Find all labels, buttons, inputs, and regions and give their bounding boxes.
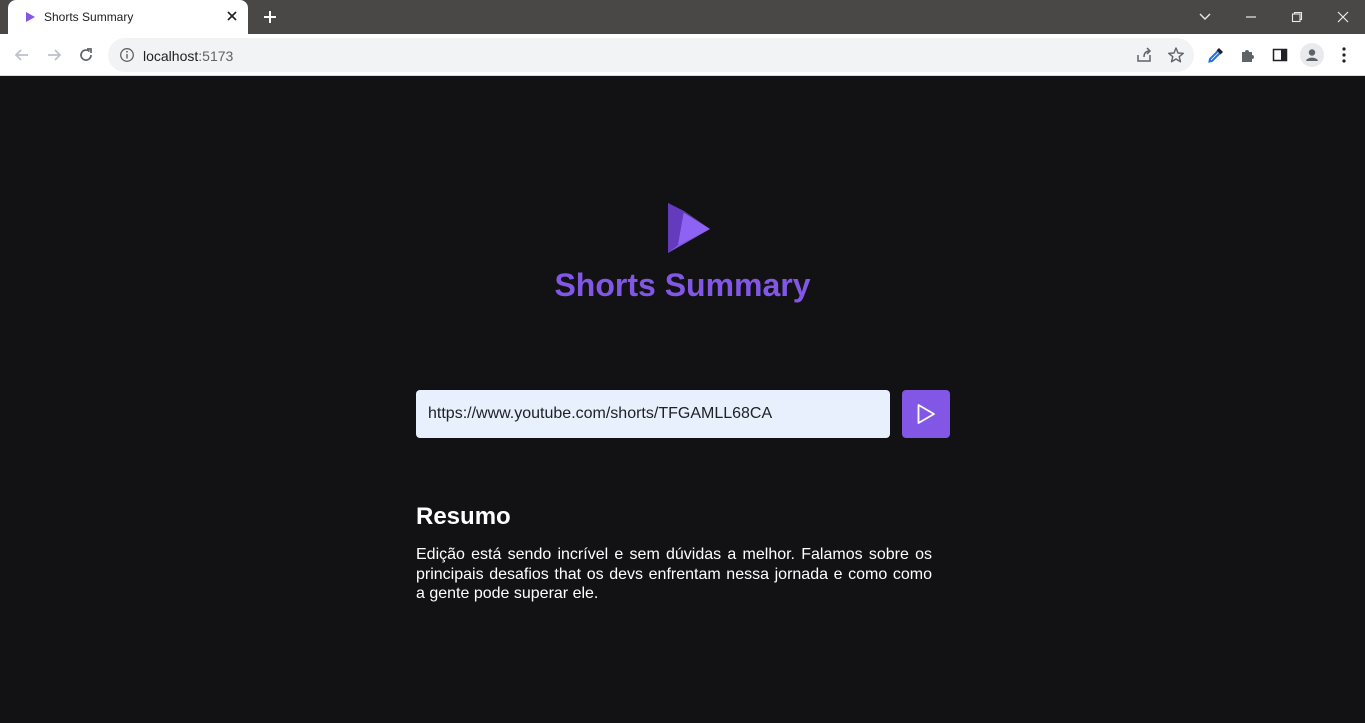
play-icon [917, 404, 935, 424]
close-window-icon [1337, 11, 1349, 23]
reload-icon [80, 48, 92, 61]
tab-close-icon[interactable] [224, 8, 240, 24]
new-tab-icon[interactable] [260, 7, 280, 27]
extensions-button[interactable] [1238, 45, 1258, 65]
side-panel-button[interactable] [1270, 45, 1290, 65]
restore-button[interactable] [1274, 0, 1320, 34]
summary-text: Edição está sendo incrível e sem dúvidas… [416, 546, 932, 602]
profile-button[interactable] [1300, 43, 1324, 67]
forward-icon [48, 49, 62, 61]
summarize-button[interactable] [902, 390, 950, 438]
reload-button[interactable] [74, 43, 98, 67]
minimize-icon [1246, 16, 1256, 18]
url-port: :5173 [198, 48, 234, 64]
share-icon[interactable] [1135, 46, 1153, 64]
app-page: Shorts Summary Resumo Edição está sendo … [0, 77, 1365, 723]
restore-icon [1291, 11, 1303, 23]
profile-icon [1306, 49, 1318, 61]
site-info-icon[interactable] [119, 47, 135, 63]
browser-toolbar: localhost:5173 [0, 34, 1365, 76]
menu-icon [1342, 47, 1346, 63]
address-bar[interactable]: localhost:5173 [108, 38, 1194, 72]
side-panel-icon [1272, 48, 1288, 62]
tab-search-icon [1199, 13, 1211, 20]
browser-tab[interactable]: Shorts Summary [8, 0, 248, 34]
browser-menu-button[interactable] [1334, 45, 1354, 65]
minimize-button[interactable] [1228, 0, 1274, 34]
tab-search-button[interactable] [1182, 0, 1228, 34]
app-title: Shorts Summary [554, 267, 811, 303]
summary-heading: Resumo [416, 503, 511, 530]
back-button[interactable] [10, 43, 34, 67]
url-text[interactable]: localhost:5173 [143, 48, 233, 64]
browser-titlebar: Shorts Summary [0, 0, 1365, 34]
close-window-button[interactable] [1320, 0, 1365, 34]
url-host: localhost [143, 48, 199, 64]
eyedropper-extension-button[interactable] [1206, 45, 1226, 65]
back-icon [14, 49, 28, 61]
video-url-input[interactable] [416, 390, 890, 438]
eyedropper-icon [1208, 48, 1223, 63]
favicon-play-icon [26, 12, 35, 22]
extensions-icon [1242, 50, 1254, 62]
bookmark-star-icon[interactable] [1167, 46, 1185, 64]
tab-title: Shorts Summary [44, 10, 134, 24]
play-logo-icon [668, 203, 710, 253]
forward-button[interactable] [42, 43, 66, 67]
